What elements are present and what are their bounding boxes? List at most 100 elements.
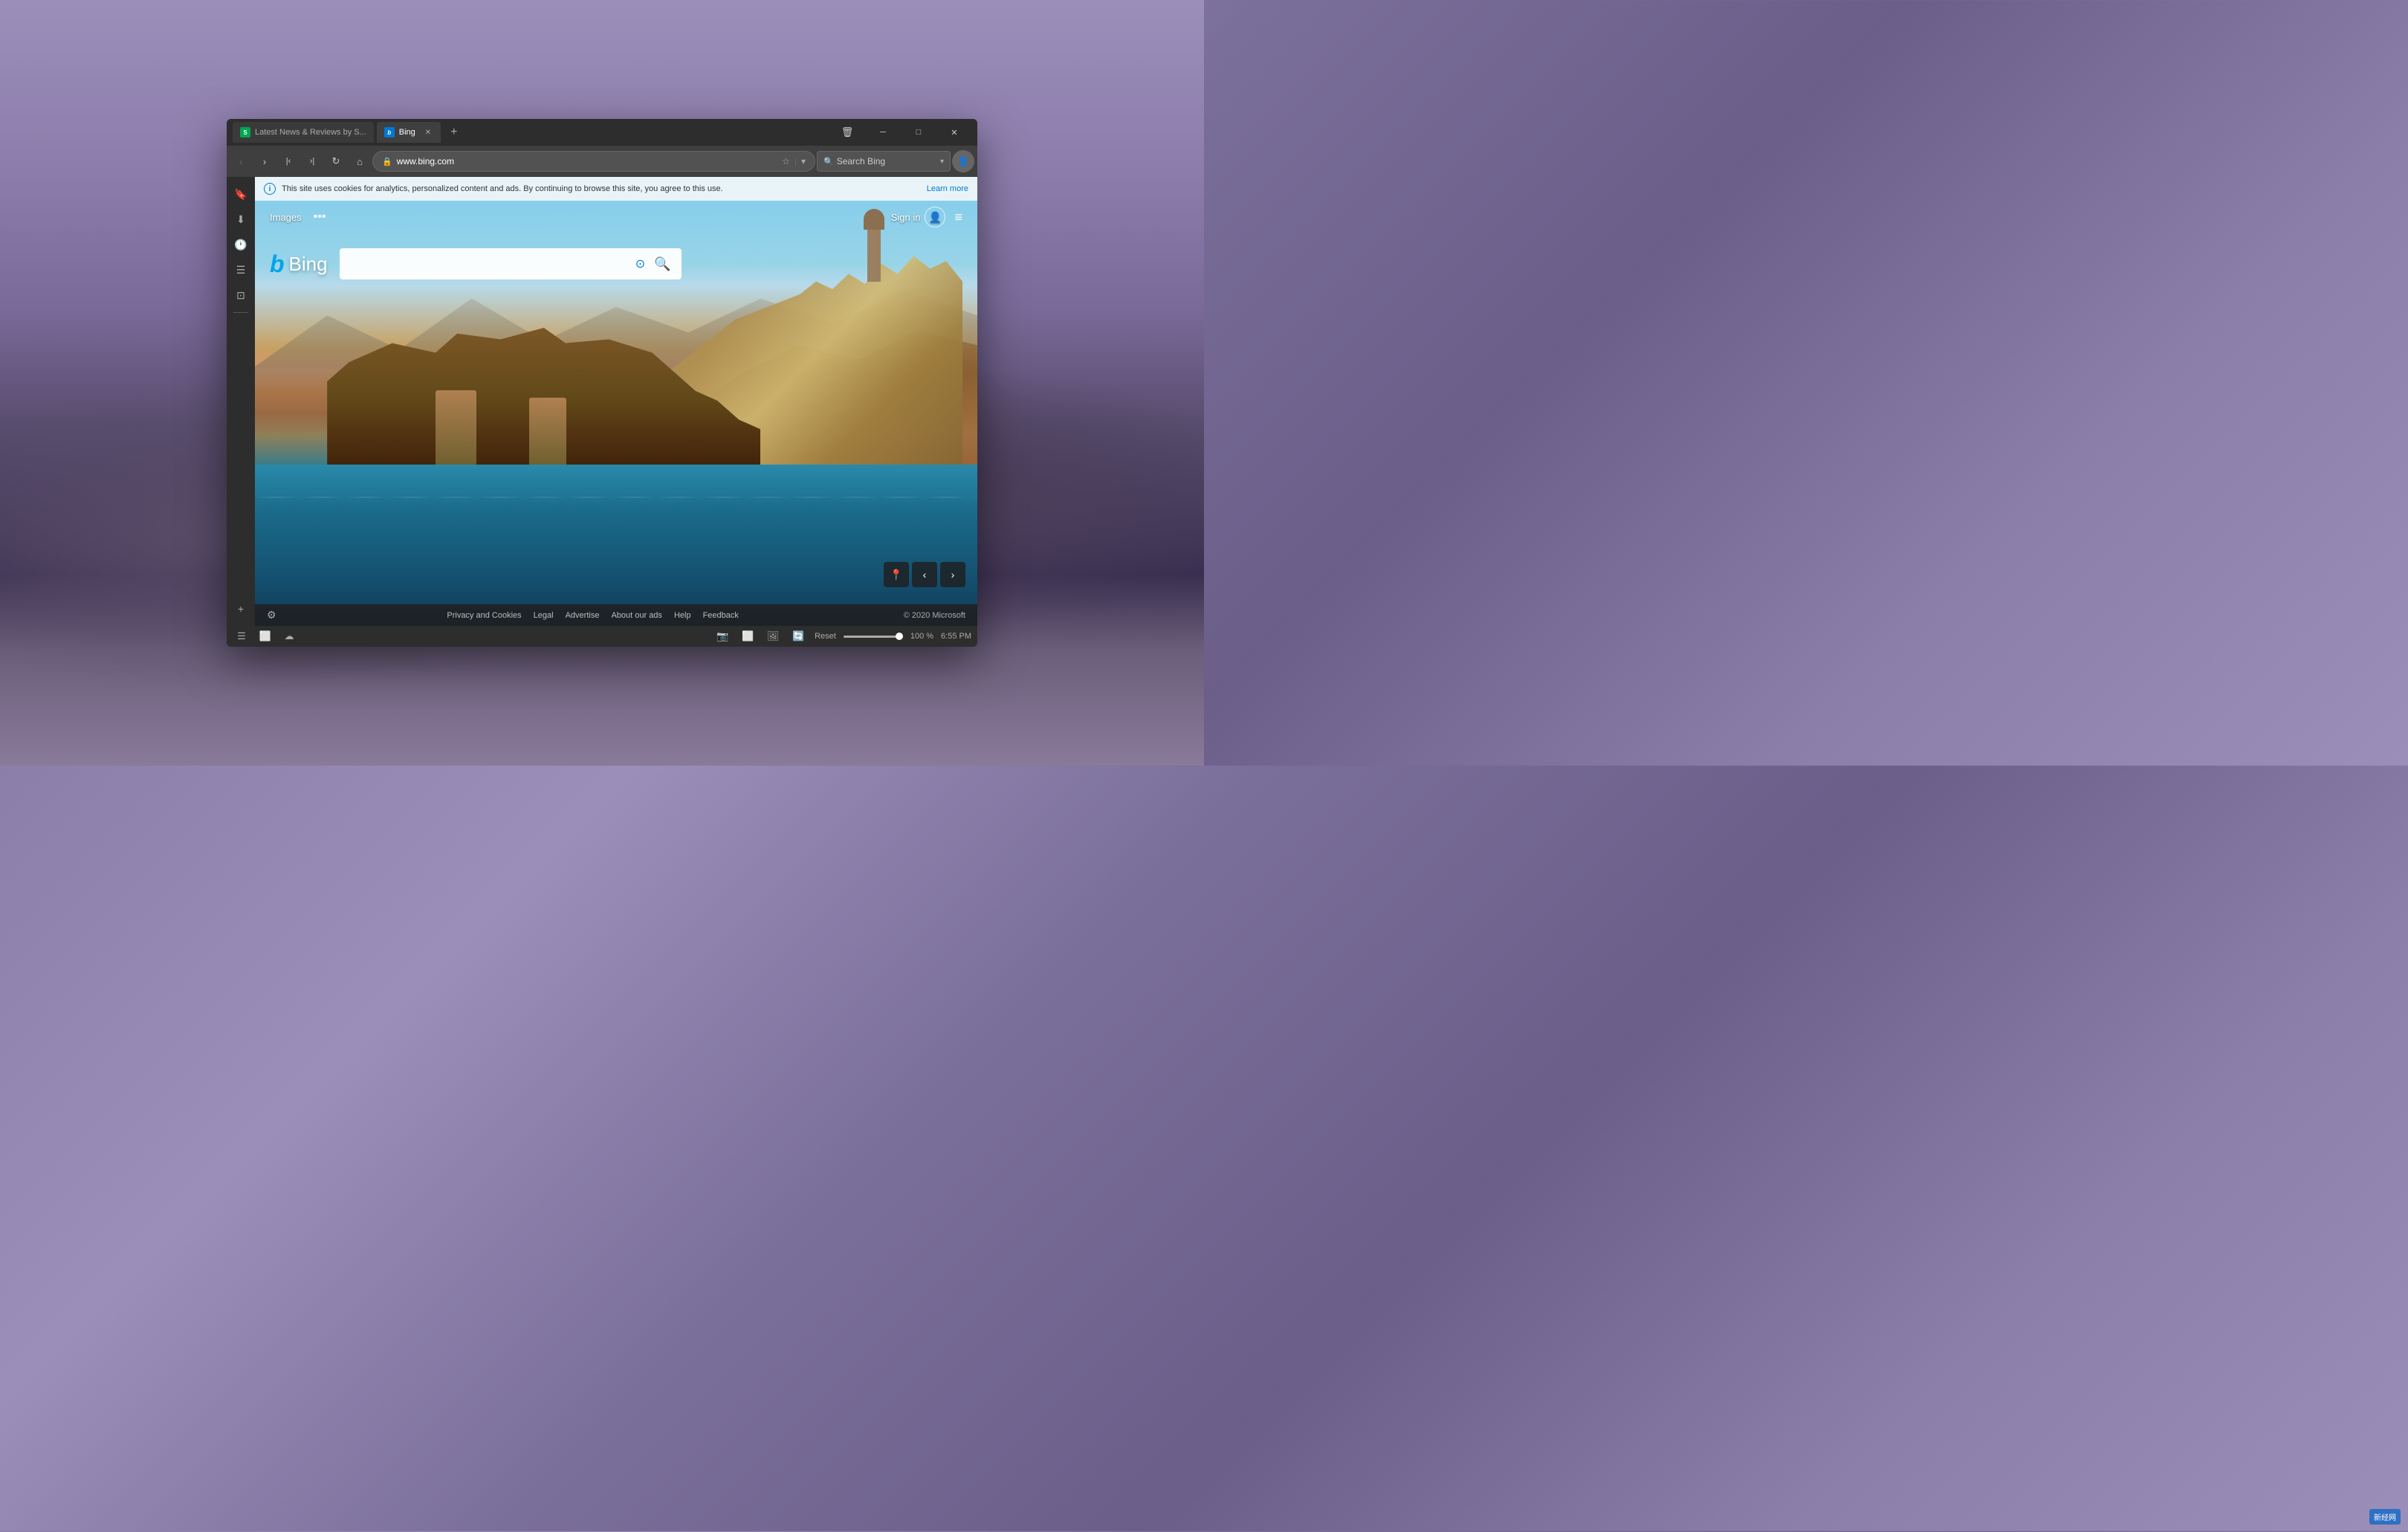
sidebar-add-button[interactable]: + bbox=[230, 598, 252, 620]
cookie-info-icon: i bbox=[264, 183, 276, 195]
divider: | bbox=[794, 156, 797, 167]
tab-bing[interactable]: b Bing ✕ bbox=[377, 122, 441, 143]
bing-menu-icon[interactable]: ≡ bbox=[954, 210, 962, 225]
address-bar-area: ‹ › |‹ ›| ↻ ⌂ 🔒 www.bing.com ☆ | ▾ 🔍 Sea… bbox=[227, 146, 977, 177]
status-share-icon[interactable]: 🔄 bbox=[789, 627, 807, 645]
status-sidebar-icon[interactable]: ☰ bbox=[233, 627, 250, 645]
browser-body: 🔖 ⬇ 🕐 ☰ ⊡ + i This site uses cookies for… bbox=[227, 177, 977, 626]
minimize-icon: ─ bbox=[880, 128, 886, 137]
castle-tower-left bbox=[436, 390, 476, 465]
sidebar-divider bbox=[233, 312, 248, 313]
maximize-button[interactable]: □ bbox=[902, 120, 936, 144]
carousel-location-button[interactable]: 📍 bbox=[884, 562, 909, 587]
bing-camera-icon[interactable]: ⊙ bbox=[635, 256, 645, 271]
last-page-button[interactable]: ›| bbox=[301, 150, 323, 172]
tab-news[interactable]: S Latest News & Reviews by S... bbox=[233, 122, 374, 143]
status-right: 📷 ⬜ 🖼 🔄 Reset 100 % 6:55 PM bbox=[713, 627, 971, 645]
bing-nav-right: Sign in 👤 ≡ bbox=[891, 207, 962, 227]
address-input[interactable]: 🔒 www.bing.com ☆ | ▾ bbox=[372, 151, 815, 172]
bookmark-icon[interactable]: ☆ bbox=[782, 156, 790, 167]
bing-nav: Images ••• Sign in 👤 ≡ bbox=[255, 201, 977, 233]
footer-help-link[interactable]: Help bbox=[674, 611, 691, 620]
zoom-area bbox=[844, 636, 903, 638]
bing-nav-left: Images ••• bbox=[270, 210, 326, 224]
profile-button[interactable]: 👤 bbox=[952, 150, 974, 172]
back-button[interactable]: ‹ bbox=[230, 150, 252, 172]
status-left: ☰ ⬜ ☁ bbox=[233, 627, 298, 645]
water-area bbox=[255, 465, 977, 626]
castle-tower-right bbox=[529, 398, 566, 465]
bing-page: Images ••• Sign in 👤 ≡ b bbox=[255, 201, 977, 626]
zoom-slider[interactable] bbox=[844, 636, 903, 638]
lock-icon: 🔒 bbox=[382, 157, 392, 167]
footer-privacy-link[interactable]: Privacy and Cookies bbox=[447, 611, 521, 620]
zoom-reset-button[interactable]: Reset bbox=[815, 632, 836, 641]
refresh-button[interactable]: ↻ bbox=[325, 150, 347, 172]
bing-signin-button[interactable]: Sign in 👤 bbox=[891, 207, 946, 227]
bing-search-button[interactable]: 🔍 bbox=[651, 253, 673, 275]
footer-legal-link[interactable]: Legal bbox=[534, 611, 554, 620]
news-favicon: S bbox=[240, 127, 250, 138]
browser-search-bar[interactable]: 🔍 Search Bing ▾ bbox=[817, 151, 951, 172]
tab-bing-label: Bing bbox=[399, 128, 415, 137]
cookie-text: This site uses cookies for analytics, pe… bbox=[282, 184, 921, 193]
cookie-notice: i This site uses cookies for analytics, … bbox=[255, 177, 977, 201]
close-button[interactable]: ✕ bbox=[937, 120, 971, 144]
sidebar-download-button[interactable]: ⬇ bbox=[230, 208, 252, 230]
bing-search-input[interactable] bbox=[347, 258, 629, 270]
browser-window: S Latest News & Reviews by S... b Bing ✕… bbox=[227, 119, 977, 647]
bing-search-box[interactable]: ⊙ 🔍 bbox=[340, 248, 682, 279]
tabs-area: S Latest News & Reviews by S... b Bing ✕… bbox=[233, 122, 830, 143]
footer-links: Privacy and Cookies Legal Advertise Abou… bbox=[285, 611, 901, 620]
status-screen-icon[interactable]: ⬜ bbox=[739, 627, 757, 645]
bing-carousel-controls: 📍 ‹ › bbox=[884, 562, 965, 587]
title-bar: S Latest News & Reviews by S... b Bing ✕… bbox=[227, 119, 977, 146]
carousel-prev-button[interactable]: ‹ bbox=[912, 562, 937, 587]
bing-logo: b Bing bbox=[270, 251, 328, 278]
forward-button[interactable]: › bbox=[253, 150, 276, 172]
sidebar-bookmark-button[interactable]: 🔖 bbox=[230, 183, 252, 205]
bing-search-area: b Bing ⊙ 🔍 bbox=[255, 233, 977, 294]
status-image-icon[interactable]: 🖼 bbox=[764, 627, 782, 645]
status-bar: ☰ ⬜ ☁ 📷 ⬜ 🖼 🔄 Reset 100 % 6:55 PM bbox=[227, 626, 977, 647]
search-magnifier-icon: 🔍 bbox=[823, 157, 834, 167]
clock-display: 6:55 PM bbox=[941, 632, 971, 641]
dropdown-icon[interactable]: ▾ bbox=[801, 156, 806, 167]
sidebar-collections-button[interactable]: ☰ bbox=[230, 259, 252, 281]
tab-news-label: Latest News & Reviews by S... bbox=[255, 128, 366, 137]
bing-more-icon[interactable]: ••• bbox=[314, 210, 326, 224]
bing-logo-b: b bbox=[270, 251, 285, 278]
maximize-icon: □ bbox=[916, 128, 922, 137]
search-dropdown-icon[interactable]: ▾ bbox=[940, 158, 944, 166]
sidebar-history-button[interactable]: 🕐 bbox=[230, 233, 252, 256]
footer-advertise-link[interactable]: Advertise bbox=[566, 611, 600, 620]
signin-text: Sign in bbox=[891, 212, 921, 223]
watermark: 新经网 bbox=[2369, 1509, 2401, 1525]
status-cloud-icon[interactable]: ☁ bbox=[280, 627, 298, 645]
sidebar-split-button[interactable]: ⊡ bbox=[230, 284, 252, 306]
status-tab-icon[interactable]: ⬜ bbox=[256, 627, 274, 645]
content-area: i This site uses cookies for analytics, … bbox=[255, 177, 977, 626]
zoom-slider-thumb[interactable] bbox=[896, 633, 903, 640]
signin-icon: 👤 bbox=[925, 207, 945, 227]
footer-settings-icon[interactable]: ⚙ bbox=[267, 609, 276, 621]
carousel-next-button[interactable]: › bbox=[940, 562, 965, 587]
bing-logo-text: Bing bbox=[289, 253, 328, 276]
cookie-learn-more-link[interactable]: Learn more bbox=[927, 184, 968, 193]
tab-close-button[interactable]: ✕ bbox=[423, 127, 433, 138]
footer-about-ads-link[interactable]: About our ads bbox=[611, 611, 662, 620]
minimize-button[interactable]: ─ bbox=[866, 120, 900, 144]
bing-images-link[interactable]: Images bbox=[270, 212, 302, 223]
first-page-button[interactable]: |‹ bbox=[277, 150, 300, 172]
window-controls: 🗑 ─ □ ✕ bbox=[830, 120, 971, 144]
new-tab-button[interactable]: + bbox=[444, 122, 465, 143]
zoom-slider-fill bbox=[844, 636, 903, 638]
bing-favicon: b bbox=[384, 127, 395, 138]
search-bar-text: Search Bing bbox=[837, 156, 937, 167]
history-button[interactable]: 🗑 bbox=[830, 120, 864, 144]
sidebar: 🔖 ⬇ 🕐 ☰ ⊡ + bbox=[227, 177, 255, 626]
footer-copyright: © 2020 Microsoft bbox=[904, 611, 965, 620]
home-button[interactable]: ⌂ bbox=[349, 150, 371, 172]
status-camera-icon[interactable]: 📷 bbox=[713, 627, 731, 645]
footer-feedback-link[interactable]: Feedback bbox=[703, 611, 739, 620]
